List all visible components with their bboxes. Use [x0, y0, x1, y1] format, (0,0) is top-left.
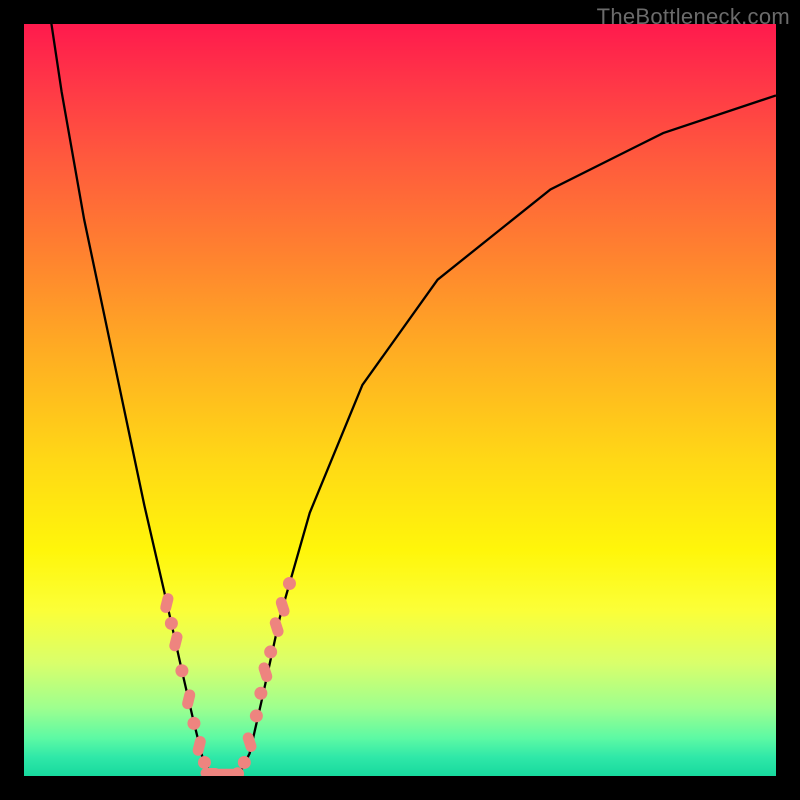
- left-marker: [175, 664, 188, 677]
- right-marker: [254, 687, 267, 700]
- chart-svg-layer: [24, 24, 776, 776]
- left-marker: [198, 756, 211, 769]
- right-marker: [241, 731, 258, 753]
- right-marker: [274, 596, 291, 618]
- curve-group: [50, 24, 776, 776]
- right-marker: [257, 661, 274, 683]
- left-marker: [191, 735, 207, 757]
- left-marker: [168, 630, 184, 652]
- left-marker: [165, 617, 178, 630]
- marker-group: [159, 577, 296, 776]
- right-marker: [264, 645, 277, 658]
- right-marker: [268, 616, 285, 638]
- left-marker: [181, 688, 197, 710]
- right-marker: [283, 577, 296, 590]
- left-marker: [159, 592, 175, 614]
- right-marker: [238, 756, 251, 769]
- bottleneck-curve: [50, 24, 776, 776]
- right-marker: [250, 709, 263, 722]
- chart-frame: [24, 24, 776, 776]
- left-marker: [187, 717, 200, 730]
